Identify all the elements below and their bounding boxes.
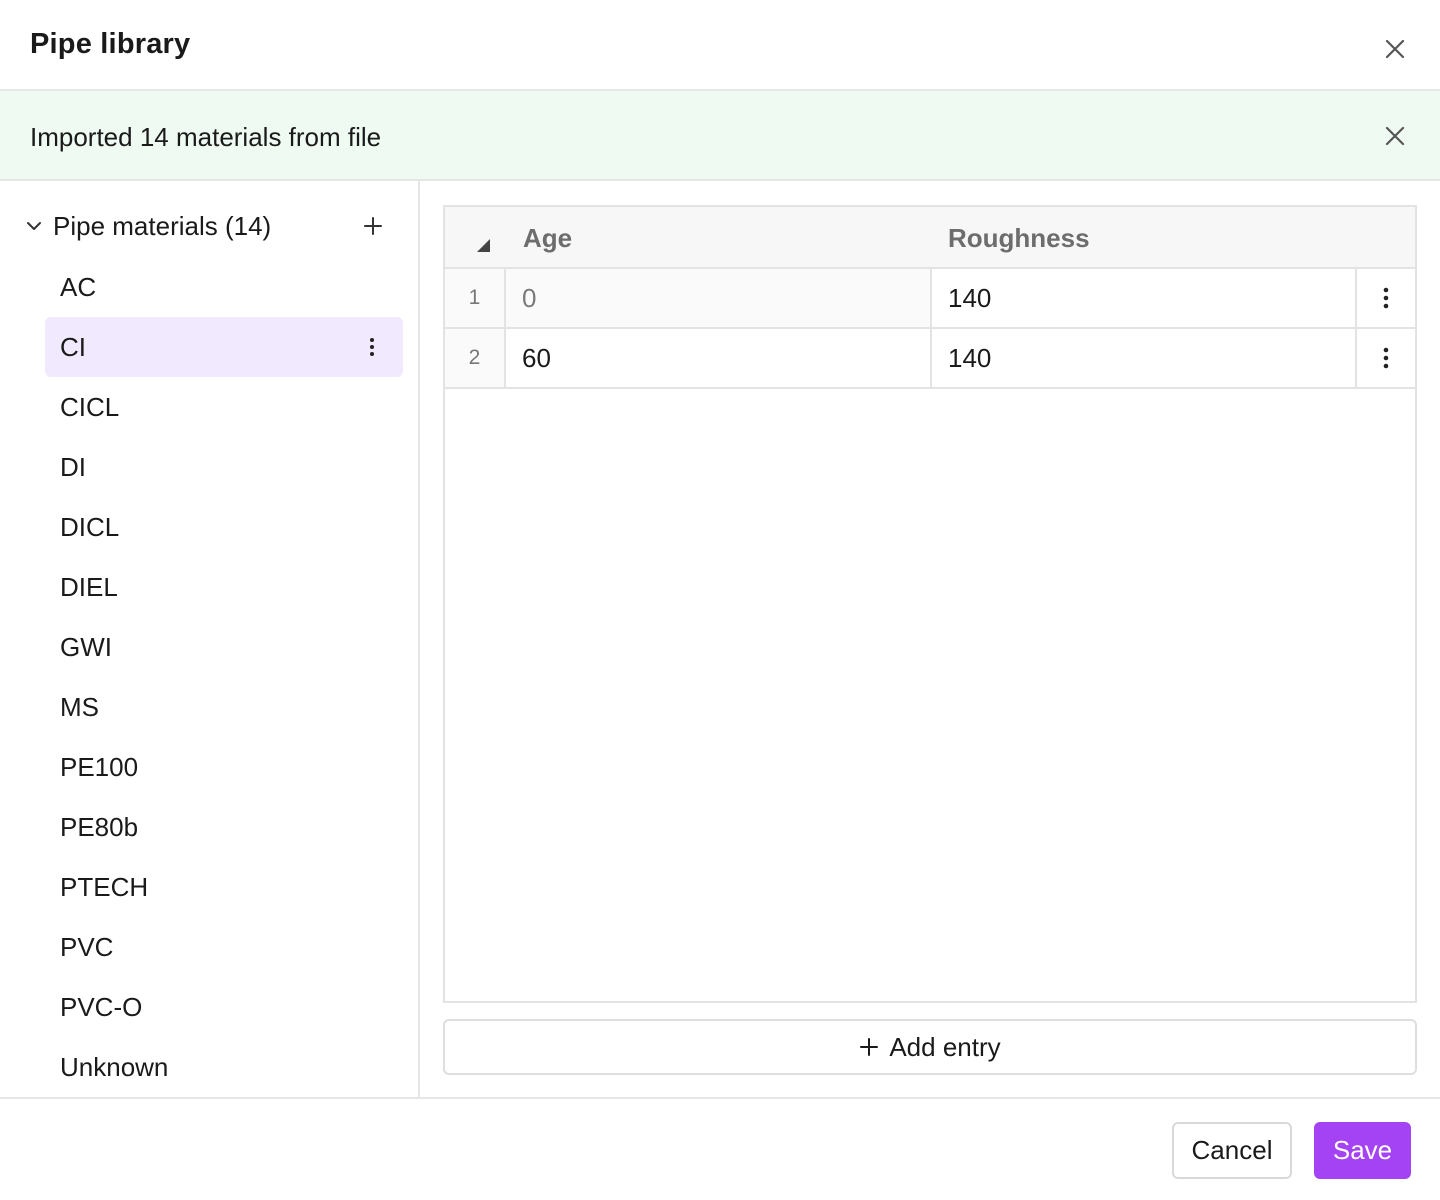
material-label: PE100 [60,752,139,782]
material-item-pe100[interactable]: PE100 [45,737,403,797]
dialog-close-button[interactable] [1375,29,1415,69]
material-item-pvc[interactable]: PVC [45,917,403,977]
table-row: 1 0 140 [445,269,1415,329]
corner-triangle-icon[interactable] [477,239,490,252]
material-label: PTECH [60,872,149,902]
dialog-title: Pipe library [30,28,191,60]
material-label: AC [60,272,97,302]
add-entry-button[interactable]: Add entry [443,1019,1417,1075]
material-label: DIEL [60,572,118,602]
materials-list: AC CI CICL DI DICL DIEL GWI MS PE100 PE80b PTECH PV… [45,257,403,1097]
age-cell[interactable]: 60 [506,329,932,387]
row-menu-button[interactable] [1357,269,1415,327]
table-header: Age Roughness [445,207,1415,269]
material-item-unknown[interactable]: Unknown [45,1037,403,1097]
material-item-ms[interactable]: MS [45,677,403,737]
kebab-menu-icon [1383,347,1389,369]
material-label: GWI [60,632,112,662]
plus-icon [860,1038,879,1056]
chevron-down-icon[interactable] [23,215,45,237]
banner-message: Imported 14 materials from file [30,122,382,152]
age-cell: 0 [506,269,932,327]
materials-sidebar: Pipe materials (14) AC CI CICL DI DICL DIEL GW… [0,181,420,1097]
row-menu-button[interactable] [1357,329,1415,387]
material-detail-panel: Age Roughness 1 0 140 2 60 140 Add entry [420,181,1440,1097]
material-label: CI [60,332,86,362]
roughness-table: Age Roughness 1 0 140 2 60 140 [443,205,1417,1003]
save-button[interactable]: Save [1314,1122,1411,1179]
material-item-ptech[interactable]: PTECH [45,857,403,917]
column-header-roughness[interactable]: Roughness [948,223,1090,254]
material-item-ac[interactable]: AC [45,257,403,317]
material-label: MS [60,692,99,722]
materials-group-header[interactable]: Pipe materials (14) [0,199,418,255]
dialog-header: Pipe library [0,0,1440,91]
roughness-cell[interactable]: 140 [932,329,1357,387]
material-item-dicl[interactable]: DICL [45,497,403,557]
material-item-cicl[interactable]: CICL [45,377,403,437]
material-item-pe80b[interactable]: PE80b [45,797,403,857]
row-number: 2 [445,329,506,387]
kebab-menu-icon[interactable] [362,336,382,358]
material-label: DI [60,452,86,482]
column-header-age[interactable]: Age [523,223,572,254]
row-number: 1 [445,269,506,327]
materials-group-title: Pipe materials (14) [53,211,272,241]
close-icon [1385,39,1405,59]
dialog-footer: Cancel Save [0,1097,1440,1200]
material-item-di[interactable]: DI [45,437,403,497]
material-item-ci[interactable]: CI [45,317,403,377]
material-label: PVC [60,932,114,962]
material-item-pvc-o[interactable]: PVC-O [45,977,403,1037]
roughness-cell[interactable]: 140 [932,269,1357,327]
import-success-banner: Imported 14 materials from file [0,91,1440,181]
material-label: PVC-O [60,992,143,1022]
material-label: CICL [60,392,120,422]
banner-dismiss-button[interactable] [1375,116,1415,156]
plus-icon[interactable] [360,213,386,239]
kebab-menu-icon [1383,287,1389,309]
table-row: 2 60 140 [445,329,1415,389]
material-label: DICL [60,512,120,542]
material-item-diel[interactable]: DIEL [45,557,403,617]
material-label: PE80b [60,812,139,842]
material-item-gwi[interactable]: GWI [45,617,403,677]
close-icon [1385,126,1405,146]
add-entry-label: Add entry [889,1031,1001,1062]
cancel-button[interactable]: Cancel [1172,1122,1292,1179]
material-label: Unknown [60,1052,169,1082]
